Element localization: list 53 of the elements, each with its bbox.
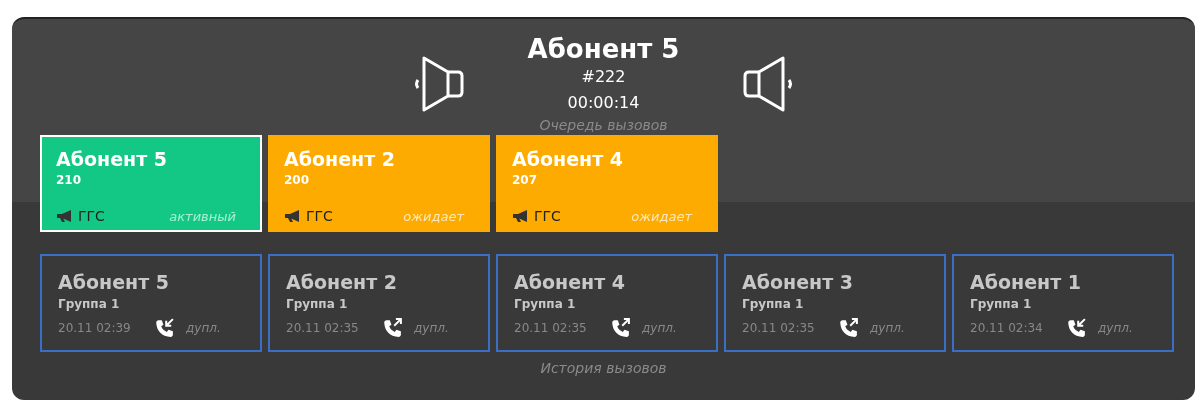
call-type: ГГС — [534, 208, 561, 224]
phone-icon — [154, 318, 174, 338]
call-type: ГГС — [306, 208, 333, 224]
group-name: Группа 1 — [286, 296, 349, 312]
section-caption: Очередь вызовов — [539, 116, 668, 134]
caller-number: 200 — [284, 172, 311, 189]
phone-icon — [1066, 318, 1086, 338]
megaphone-icon — [284, 209, 302, 223]
caller-name: Абонент 4 — [514, 270, 626, 295]
phone-icon — [838, 318, 858, 338]
group-name: Группа 1 — [742, 296, 805, 312]
queue-card[interactable]: Абонент 5 210 ГГС активный — [40, 135, 262, 232]
section-caption: История вызовов — [540, 360, 667, 376]
phone-icon — [610, 318, 630, 338]
history-card[interactable]: Абонент 2 Группа 1 20.11 02:35 дупл. — [268, 254, 490, 352]
caller-name: Абонент 2 — [284, 147, 396, 171]
caller-name: Абонент 5 — [58, 270, 170, 295]
caller-name: Абонент 5 — [56, 147, 168, 171]
phone-icon — [382, 318, 402, 338]
call-duration: 00:00:14 — [567, 92, 640, 114]
queue-card[interactable]: Абонент 2 200 ГГС ожидает — [268, 135, 490, 232]
history-card[interactable]: Абонент 4 Группа 1 20.11 02:35 дупл. — [496, 254, 718, 352]
caller-name: Абонент 5 — [527, 34, 680, 64]
history-card[interactable]: Абонент 1 Группа 1 20.11 02:34 дупл. — [952, 254, 1174, 352]
call-type: ГГС — [78, 208, 105, 224]
caller-number: #222 — [581, 66, 626, 88]
call-status: ожидает — [631, 208, 694, 224]
caller-number: 207 — [512, 172, 539, 189]
call-mode: дупл. — [414, 321, 449, 335]
queue-card[interactable]: Абонент 4 207 ГГС ожидает — [496, 135, 718, 232]
call-time: 20.11 02:39 — [58, 321, 132, 335]
megaphone-icon — [512, 209, 530, 223]
history-card[interactable]: Абонент 5 Группа 1 20.11 02:39 дупл. — [40, 254, 262, 352]
call-status: активный — [169, 208, 237, 224]
call-time: 20.11 02:35 — [514, 321, 588, 335]
group-name: Группа 1 — [514, 296, 577, 312]
call-time: 20.11 02:35 — [742, 321, 816, 335]
caller-name: Абонент 2 — [286, 270, 398, 295]
caller-name: Абонент 1 — [970, 270, 1082, 295]
history-card[interactable]: Абонент 3 Группа 1 20.11 02:35 дупл. — [724, 254, 946, 352]
caller-number: 210 — [56, 172, 83, 189]
call-mode: дупл. — [642, 321, 677, 335]
caller-name: Абонент 3 — [742, 270, 854, 295]
call-mode: дупл. — [1098, 321, 1133, 335]
group-name: Группа 1 — [58, 296, 121, 312]
call-mode: дупл. — [186, 321, 221, 335]
call-time: 20.11 02:34 — [970, 321, 1044, 335]
megaphone-icon — [56, 209, 74, 223]
group-name: Группа 1 — [970, 296, 1033, 312]
call-mode: дупл. — [870, 321, 905, 335]
call-time: 20.11 02:35 — [286, 321, 360, 335]
call-status: ожидает — [403, 208, 466, 224]
caller-name: Абонент 4 — [512, 147, 624, 171]
